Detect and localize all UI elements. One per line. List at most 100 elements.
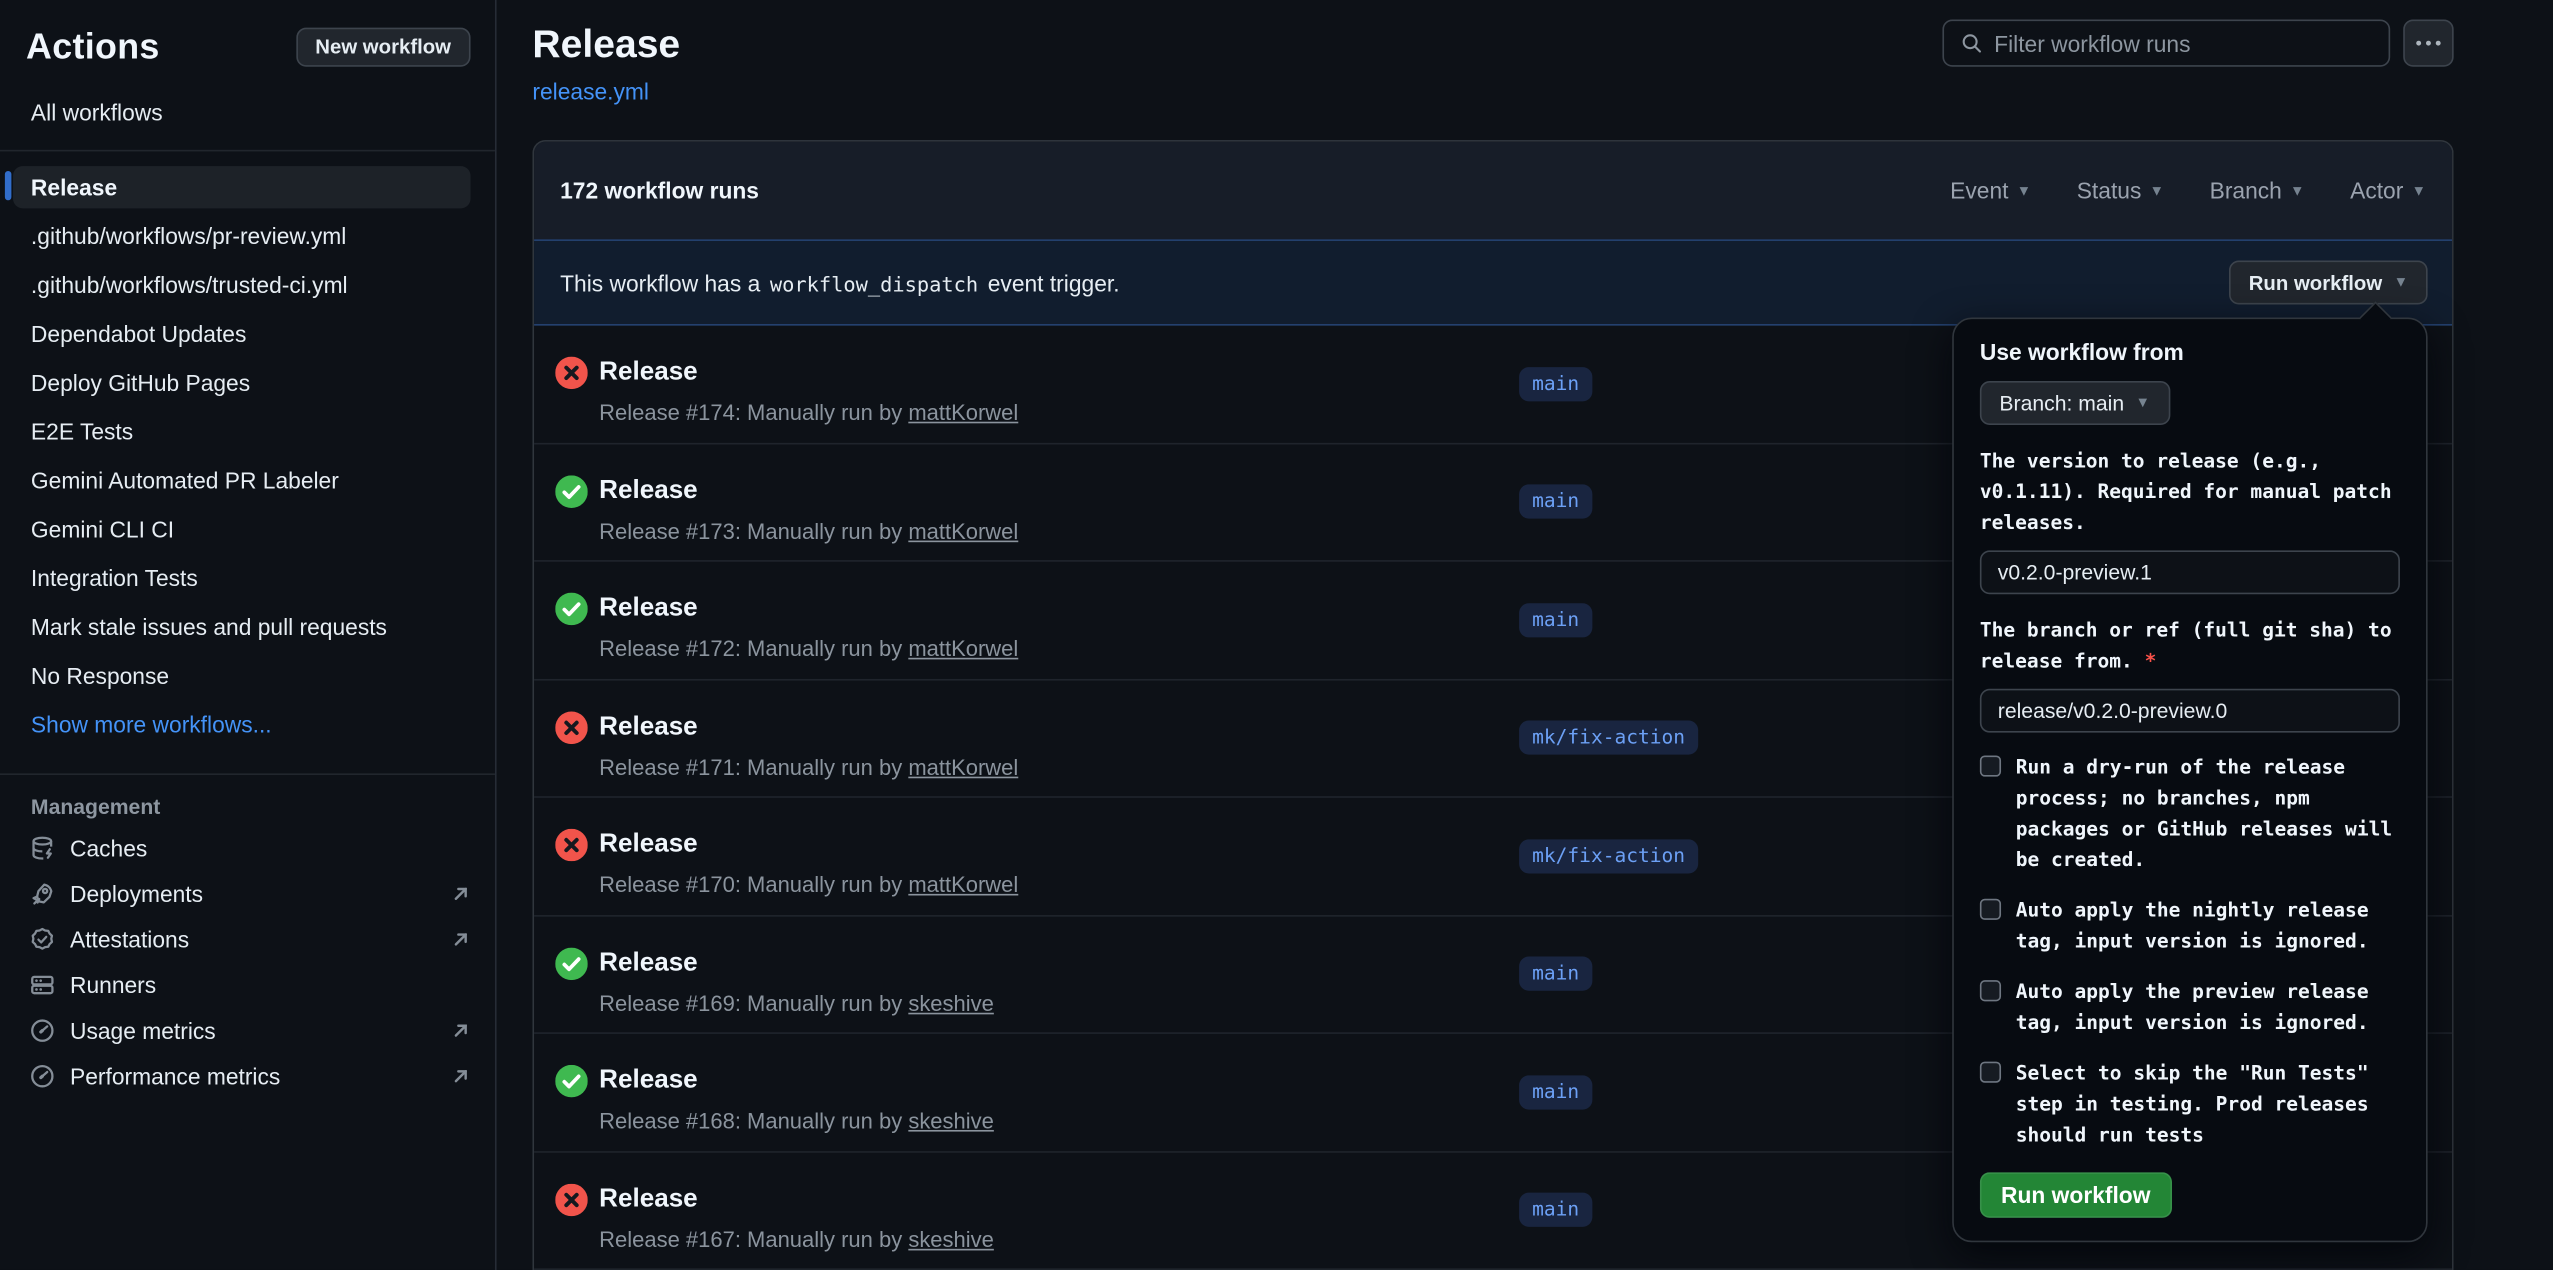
sidebar-item-dependabot-updates[interactable]: Dependabot Updates (0, 309, 495, 358)
sidebar-title: Actions (26, 26, 160, 68)
selected-accent-bar (5, 171, 12, 200)
branch-badge[interactable]: mk/fix-action (1519, 721, 1698, 755)
sidebar-item-deploy-github-pages[interactable]: Deploy GitHub Pages (0, 358, 495, 407)
run-title[interactable]: Release (599, 358, 698, 387)
management-item-label: Runners (70, 972, 472, 998)
sidebar-item-e2e-tests[interactable]: E2E Tests (0, 407, 495, 456)
workflow-dispatch-code: workflow_dispatch (767, 271, 982, 295)
search-input[interactable] (1994, 30, 2372, 56)
external-link-icon (449, 1065, 472, 1088)
run-title[interactable]: Release (599, 712, 698, 741)
nightly-tag-checkbox-row[interactable]: Auto apply the nightly release tag, inpu… (1980, 896, 2400, 958)
run-description: Release #173: Manually run by mattKorwel (599, 519, 1018, 543)
gauge-icon (29, 1018, 55, 1044)
chevron-down-icon: ▼ (2150, 183, 2165, 198)
sidebar-item-usage-metrics[interactable]: Usage metrics (0, 1008, 495, 1054)
dry-run-checkbox-row[interactable]: Run a dry-run of the release process; no… (1980, 752, 2400, 876)
new-workflow-button[interactable]: New workflow (296, 28, 471, 67)
page-title: Release (532, 23, 680, 69)
actor-link[interactable]: skeshive (908, 991, 994, 1015)
run-title[interactable]: Release (599, 594, 698, 623)
status-filter-dropdown[interactable]: Status▼ (2077, 177, 2164, 203)
branch-badge[interactable]: main (1519, 603, 1592, 637)
use-workflow-from-heading: Use workflow from (1980, 339, 2400, 365)
branch-badge[interactable]: main (1519, 1075, 1592, 1109)
workflow-options-kebab-button[interactable] (2403, 20, 2453, 67)
run-description: Release #174: Manually run by mattKorwel (599, 401, 1018, 425)
runs-panel-header: 172 workflow runs Event▼ Status▼ Branch▼… (534, 142, 2452, 240)
workflow-file-link[interactable]: release.yml (532, 78, 649, 104)
actor-filter-dropdown[interactable]: Actor▼ (2350, 177, 2426, 203)
chevron-down-icon: ▼ (2017, 183, 2032, 198)
management-item-label: Attestations (70, 926, 435, 952)
ref-help-text: The branch or ref (full git sha) to rele… (1980, 615, 2400, 677)
sidebar-item-release[interactable]: Release (13, 166, 471, 208)
main-content: Release release.yml 172 workflow runs Ev… (497, 0, 2553, 1270)
event-filter-dropdown[interactable]: Event▼ (1950, 177, 2031, 203)
sidebar-item-all-workflows[interactable]: All workflows (0, 88, 495, 137)
sidebar-item-gemini-cli-ci[interactable]: Gemini CLI CI (0, 505, 495, 554)
sidebar-item-gemini-pr-labeler[interactable]: Gemini Automated PR Labeler (0, 456, 495, 505)
version-input[interactable] (1980, 550, 2400, 594)
preview-tag-checkbox[interactable] (1980, 980, 2001, 1001)
chevron-down-icon: ▼ (2136, 396, 2151, 411)
sidebar-item-performance-metrics[interactable]: Performance metrics (0, 1053, 495, 1099)
version-help-text: The version to release (e.g., v0.1.11). … (1980, 446, 2400, 539)
failure-icon (555, 1183, 588, 1216)
sidebar-item-trusted-ci[interactable]: .github/workflows/trusted-ci.yml (0, 261, 495, 310)
actor-link[interactable]: mattKorwel (908, 401, 1018, 425)
filter-workflow-runs-input-box[interactable] (1942, 20, 2390, 67)
skip-tests-checkbox[interactable] (1980, 1062, 2001, 1083)
search-icon (1960, 31, 1982, 55)
sidebar-item-pr-review[interactable]: .github/workflows/pr-review.yml (0, 212, 495, 261)
actor-link[interactable]: mattKorwel (908, 637, 1018, 661)
branch-badge[interactable]: main (1519, 367, 1592, 401)
sidebar-item-no-response[interactable]: No Response (0, 651, 495, 700)
run-title[interactable]: Release (599, 948, 698, 977)
run-title[interactable]: Release (599, 1066, 698, 1095)
management-item-label: Caches (70, 835, 472, 861)
branch-badge[interactable]: main (1519, 1193, 1592, 1227)
checkbox-label: Run a dry-run of the release process; no… (2016, 752, 2400, 876)
run-description: Release #170: Manually run by mattKorwel (599, 873, 1018, 897)
sidebar-item-attestations[interactable]: Attestations (0, 917, 495, 963)
run-title[interactable]: Release (599, 476, 698, 505)
actor-link[interactable]: mattKorwel (908, 873, 1018, 897)
sidebar-item-deployments[interactable]: Deployments (0, 871, 495, 917)
show-more-workflows-link[interactable]: Show more workflows... (0, 700, 495, 749)
skip-tests-checkbox-row[interactable]: Select to skip the "Run Tests" step in t… (1980, 1058, 2400, 1151)
nightly-tag-checkbox[interactable] (1980, 899, 2001, 920)
sidebar-item-runners[interactable]: Runners (0, 962, 495, 1008)
workflow-dispatch-banner: This workflow has a workflow_dispatch ev… (534, 239, 2452, 325)
run-description: Release #168: Manually run by skeshive (599, 1109, 994, 1133)
dry-run-checkbox[interactable] (1980, 755, 2001, 776)
success-icon (555, 475, 588, 508)
actor-link[interactable]: skeshive (908, 1109, 994, 1133)
actions-page: Actions New workflow All workflows Relea… (0, 0, 2553, 1270)
actor-link[interactable]: mattKorwel (908, 755, 1018, 779)
sidebar-item-caches[interactable]: Caches (0, 825, 495, 871)
sidebar-item-integration-tests[interactable]: Integration Tests (0, 554, 495, 603)
actions-sidebar: Actions New workflow All workflows Relea… (0, 0, 497, 1270)
branch-badge[interactable]: main (1519, 957, 1592, 991)
run-description: Release #167: Manually run by skeshive (599, 1227, 994, 1251)
success-icon (555, 593, 588, 626)
gauge-icon (29, 1063, 55, 1089)
checkbox-label: Select to skip the "Run Tests" step in t… (2016, 1058, 2400, 1151)
actor-link[interactable]: mattKorwel (908, 519, 1018, 543)
run-workflow-dropdown-button[interactable]: Run workflow▼ (2229, 261, 2427, 305)
run-title[interactable]: Release (599, 830, 698, 859)
management-item-label: Usage metrics (70, 1018, 435, 1044)
run-workflow-submit-button[interactable]: Run workflow (1980, 1172, 2172, 1218)
preview-tag-checkbox-row[interactable]: Auto apply the preview release tag, inpu… (1980, 977, 2400, 1039)
branch-filter-dropdown[interactable]: Branch▼ (2210, 177, 2305, 203)
actor-link[interactable]: skeshive (908, 1227, 994, 1251)
run-title[interactable]: Release (599, 1185, 698, 1214)
ref-input[interactable] (1980, 689, 2400, 733)
branch-select-dropdown[interactable]: Branch: main▼ (1980, 381, 2170, 425)
failure-icon (555, 357, 588, 390)
branch-badge[interactable]: main (1519, 485, 1592, 519)
cache-icon (29, 835, 55, 861)
branch-badge[interactable]: mk/fix-action (1519, 839, 1698, 873)
sidebar-item-mark-stale[interactable]: Mark stale issues and pull requests (0, 602, 495, 651)
